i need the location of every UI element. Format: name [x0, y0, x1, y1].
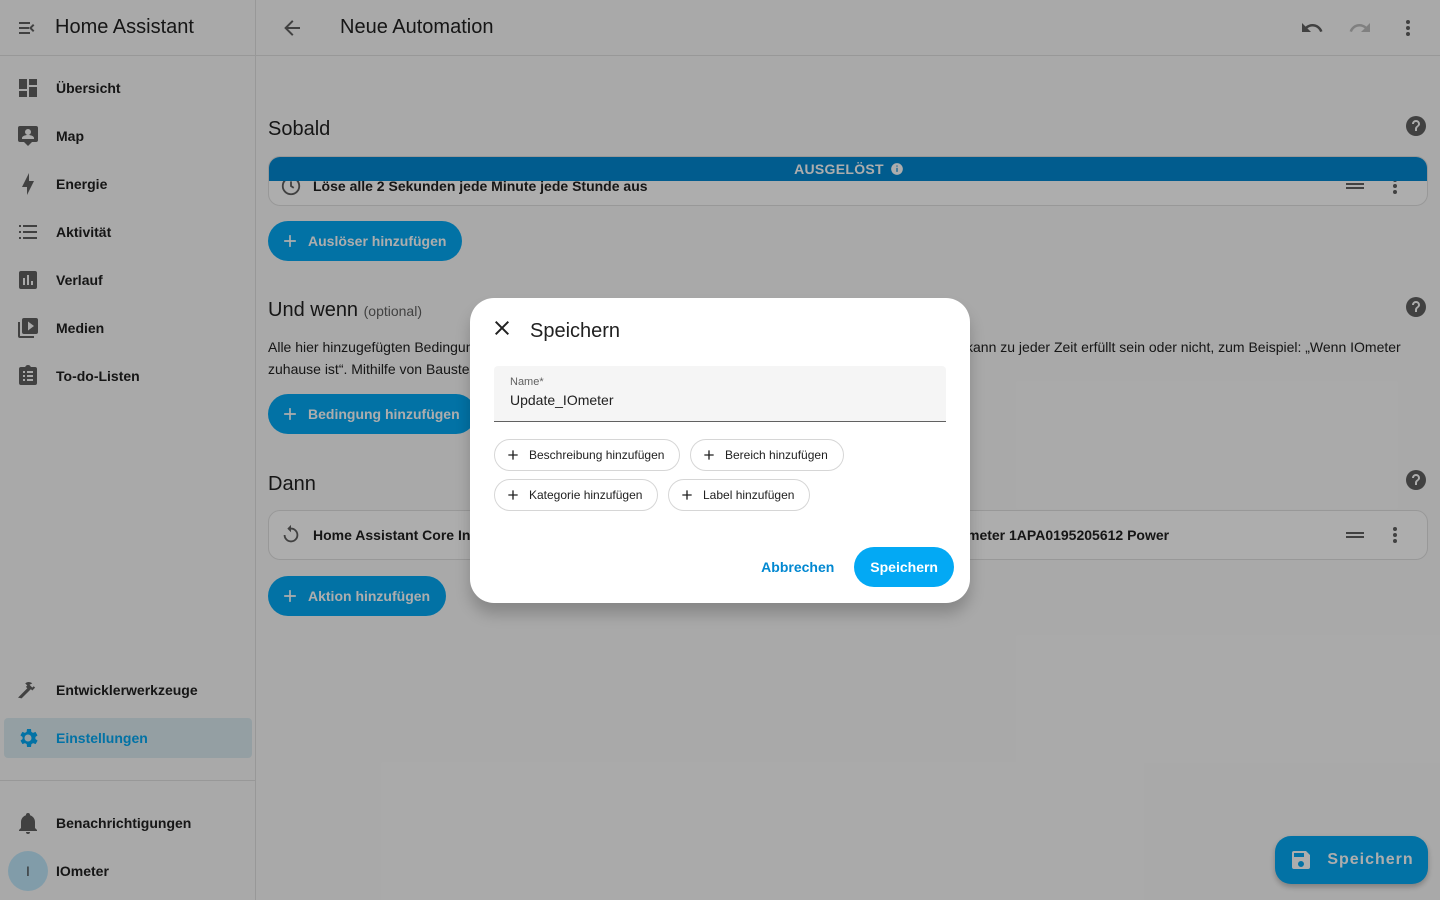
save-dialog: Speichern Name* Beschreibung hinzufügen …: [470, 298, 970, 603]
plus-icon: [682, 490, 692, 500]
chip-label: Beschreibung hinzufügen: [529, 448, 665, 462]
close-button[interactable]: [486, 312, 518, 344]
add-label-chip[interactable]: Label hinzufügen: [668, 479, 811, 511]
plus-icon: [704, 450, 714, 460]
add-area-chip[interactable]: Bereich hinzufügen: [690, 439, 844, 471]
save-button[interactable]: Speichern: [854, 547, 954, 587]
dialog-title: Speichern: [530, 320, 621, 342]
close-icon: [495, 321, 509, 335]
chip-label: Label hinzufügen: [703, 488, 795, 502]
name-field-label: Name*: [510, 376, 544, 388]
add-category-chip[interactable]: Kategorie hinzufügen: [494, 479, 659, 511]
plus-icon: [508, 450, 518, 460]
plus-icon: [508, 490, 518, 500]
name-input[interactable]: [510, 392, 930, 408]
name-field[interactable]: Name*: [494, 366, 946, 422]
add-description-chip[interactable]: Beschreibung hinzufügen: [494, 439, 681, 471]
chip-label: Kategorie hinzufügen: [529, 488, 643, 502]
cancel-button[interactable]: Abbrechen: [761, 559, 834, 575]
chip-label: Bereich hinzufügen: [725, 448, 828, 462]
